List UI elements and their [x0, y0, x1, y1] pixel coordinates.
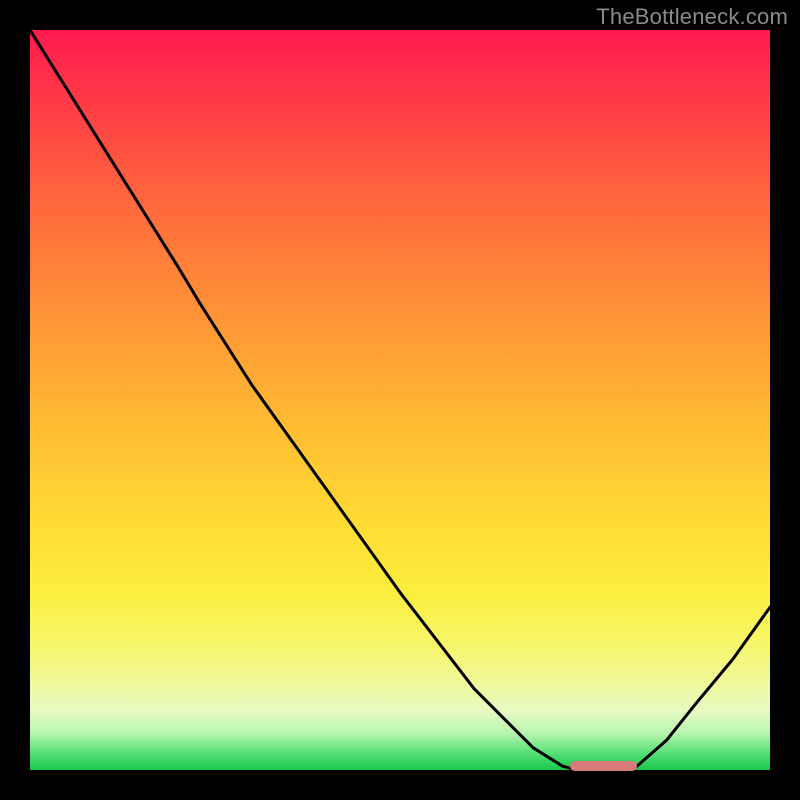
optimal-marker	[570, 761, 637, 771]
plot-area	[30, 30, 770, 770]
bottleneck-curve	[30, 30, 770, 770]
chart-frame: TheBottleneck.com	[0, 0, 800, 800]
curve-svg	[30, 30, 770, 770]
watermark-text: TheBottleneck.com	[596, 4, 788, 30]
